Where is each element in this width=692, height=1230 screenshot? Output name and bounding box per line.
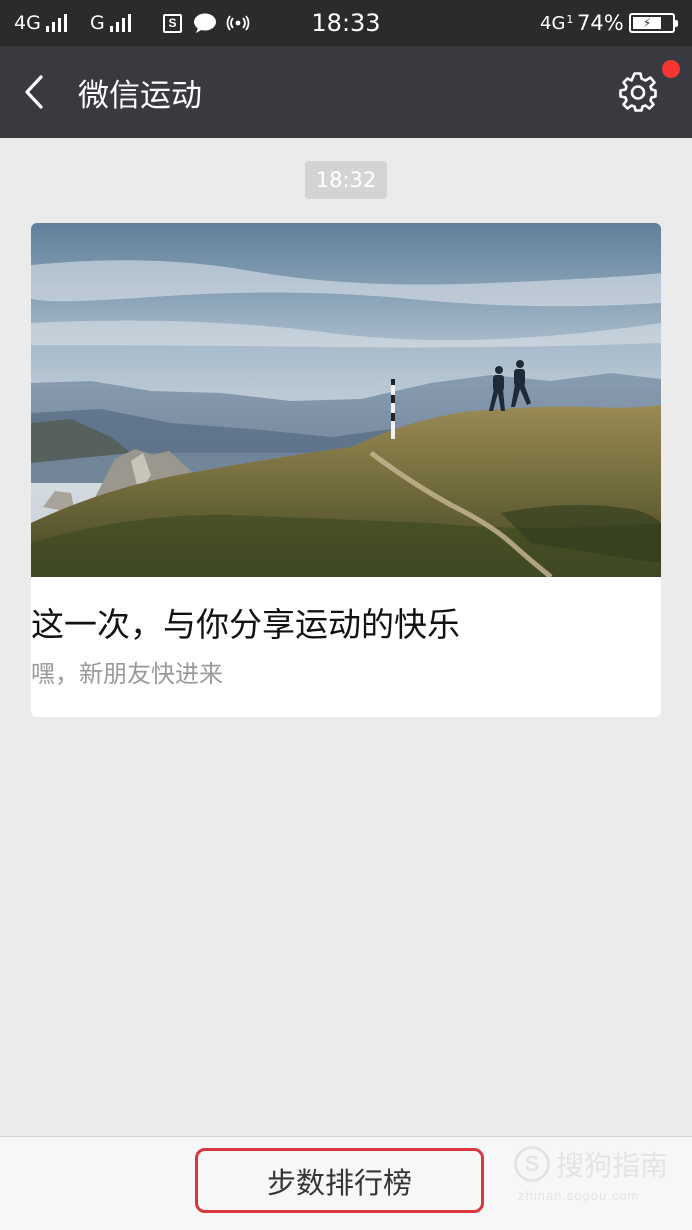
status-bar: 4G G S 18:33 4G 1 74% ⚡ [0, 0, 692, 46]
card-subtitle: 嘿，新朋友快进来 [31, 660, 223, 688]
page-title: 微信运动 [78, 77, 202, 114]
s-notification-icon: S [163, 0, 182, 46]
sogou-logo-icon: S [514, 1146, 550, 1182]
network-type-3: 4G 1 [540, 12, 574, 34]
settings-button[interactable] [612, 66, 664, 118]
chevron-left-icon [25, 75, 43, 109]
card-title: 这一次，与你分享运动的快乐 [31, 605, 460, 644]
battery-percent: 74% [577, 11, 624, 35]
network-type-2: G [90, 12, 105, 34]
back-button[interactable] [14, 72, 54, 112]
gear-icon [619, 72, 657, 112]
battery-icon: ⚡ [629, 0, 678, 46]
watermark-text: 搜狗指南 [556, 1149, 669, 1182]
notification-dot [662, 60, 680, 78]
hotspot-icon [226, 0, 250, 46]
watermark-url: zhinan.sogou.com [518, 1188, 640, 1203]
signal-bars-icon [45, 14, 67, 32]
cellular-signal-1: 4G [14, 0, 67, 46]
nav-bar: 微信运动 [0, 46, 692, 138]
message-timestamp: 18:32 [305, 161, 387, 199]
step-ranking-button[interactable]: 步数排行榜 [195, 1148, 484, 1213]
chat-bubble-icon [193, 0, 217, 46]
card-cover-image [31, 223, 661, 577]
signal-bars-icon [109, 14, 131, 32]
network-type-1: 4G [14, 12, 41, 34]
cellular-signal-2: G [90, 0, 131, 46]
sogou-watermark: S 搜狗指南 zhinan.sogou.com [514, 1142, 674, 1208]
